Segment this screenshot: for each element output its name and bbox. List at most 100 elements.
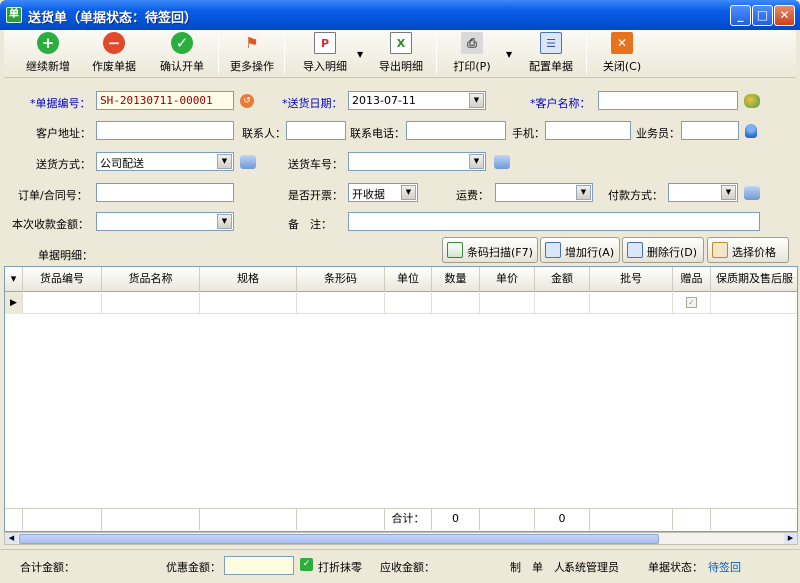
- col-warranty[interactable]: 保质期及售后服: [711, 267, 797, 292]
- import-icon: P: [314, 32, 336, 54]
- scroll-thumb[interactable]: [19, 534, 659, 544]
- chevron-down-icon[interactable]: ▼: [576, 185, 591, 200]
- chevron-down-icon[interactable]: ▼: [217, 214, 232, 229]
- horizontal-scrollbar[interactable]: ◀ ▶: [4, 532, 798, 545]
- cell-unit[interactable]: [385, 292, 432, 314]
- discount-field[interactable]: [224, 556, 294, 575]
- table-row[interactable]: ▶ ✓: [5, 292, 797, 314]
- totals-row: 合计： 0 0: [5, 508, 797, 530]
- cell-unit-price[interactable]: [480, 292, 535, 314]
- print-dropdown-arrow[interactable]: ▼: [506, 50, 512, 59]
- chevron-down-icon[interactable]: ▼: [401, 185, 416, 200]
- select-price-button[interactable]: 选择价格: [707, 237, 789, 263]
- chevron-down-icon[interactable]: ▼: [469, 154, 484, 169]
- salesman-field[interactable]: [681, 121, 739, 140]
- import-detail-label: 导入明细: [303, 60, 347, 73]
- print-button[interactable]: ⎙ 打印(P): [446, 32, 498, 76]
- gift-checkbox[interactable]: ✓: [686, 297, 697, 308]
- scroll-right-icon[interactable]: ▶: [784, 533, 797, 544]
- export-icon: X: [390, 32, 412, 54]
- void-document-label: 作废单据: [92, 60, 136, 73]
- row-indicator-header: ▾: [5, 267, 23, 292]
- payment-select[interactable]: ▼: [668, 183, 738, 202]
- ship-method-select[interactable]: 公司配送 ▼: [96, 152, 234, 171]
- col-barcode[interactable]: 条形码: [297, 267, 385, 292]
- barcode-scan-button[interactable]: 条码扫描(F7): [442, 237, 538, 263]
- check-icon: ✓: [171, 32, 193, 54]
- delete-row-button[interactable]: 删除行(D): [622, 237, 704, 263]
- add-row-button[interactable]: 增加行(A): [540, 237, 620, 263]
- mobile-field[interactable]: [545, 121, 631, 140]
- chevron-down-icon[interactable]: ▼: [217, 154, 232, 169]
- cell-item-code[interactable]: [23, 292, 102, 314]
- remark-label: 备 注：: [288, 218, 332, 231]
- freight-select[interactable]: ▼: [495, 183, 593, 202]
- ship-date-field[interactable]: 2013-07-11 ▼: [348, 91, 486, 110]
- col-gift[interactable]: 赠品: [673, 267, 711, 292]
- vehicle-edit-icon[interactable]: [494, 155, 510, 169]
- export-detail-button[interactable]: X 导出明细: [370, 32, 432, 76]
- ship-method-label: 送货方式：: [36, 158, 91, 171]
- address-label: 客户地址：: [36, 127, 91, 140]
- chevron-down-icon[interactable]: ▼: [469, 93, 484, 108]
- void-document-button[interactable]: − 作废单据: [80, 32, 148, 76]
- user-icon[interactable]: [745, 124, 757, 138]
- col-spec[interactable]: 规格: [200, 267, 297, 292]
- export-detail-label: 导出明细: [379, 60, 423, 73]
- phone-label: 联系电话：: [350, 127, 405, 140]
- chevron-down-icon[interactable]: ▼: [721, 185, 736, 200]
- configure-document-button[interactable]: ☰ 配置单据: [520, 32, 582, 76]
- col-item-code[interactable]: 货品编号: [23, 267, 102, 292]
- maximize-button[interactable]: □: [752, 5, 773, 26]
- plus-icon: +: [37, 32, 59, 54]
- delete-row-icon: [627, 242, 643, 258]
- cell-barcode[interactable]: [297, 292, 385, 314]
- continue-add-button[interactable]: + 继续新增: [14, 32, 82, 76]
- phone-field[interactable]: [406, 121, 506, 140]
- confirm-order-button[interactable]: ✓ 确认开单: [146, 32, 218, 76]
- remark-field[interactable]: [348, 212, 760, 231]
- customer-field[interactable]: [598, 91, 738, 110]
- vehicle-select[interactable]: ▼: [348, 152, 486, 171]
- cell-item-name[interactable]: [102, 292, 200, 314]
- cell-warranty[interactable]: [711, 292, 797, 314]
- ship-method-edit-icon[interactable]: [240, 155, 256, 169]
- minimize-button[interactable]: _: [730, 5, 751, 26]
- round-checkbox-icon[interactable]: ✓: [300, 558, 313, 571]
- doc-no-field[interactable]: SH-20130711-00001: [96, 91, 234, 110]
- payment-edit-icon[interactable]: [744, 186, 760, 200]
- barcode-scan-label: 条码扫描(F7): [467, 246, 533, 259]
- more-actions-button[interactable]: ⚑ 更多操作: [222, 32, 282, 76]
- import-dropdown-arrow[interactable]: ▼: [357, 50, 363, 59]
- close-window-button[interactable]: ✕: [774, 5, 795, 26]
- select-price-label: 选择价格: [732, 246, 776, 259]
- cell-amount[interactable]: [535, 292, 590, 314]
- col-quantity[interactable]: 数量: [432, 267, 480, 292]
- contact-field[interactable]: [286, 121, 346, 140]
- detail-grid[interactable]: ▾ 货品编号 货品名称 规格 条形码 单位 数量 单价 金额 批号 赠品 保质期…: [4, 266, 798, 532]
- cell-spec[interactable]: [200, 292, 297, 314]
- status-badge: 待签回: [708, 561, 741, 574]
- scroll-left-icon[interactable]: ◀: [5, 533, 18, 544]
- refresh-doc-no-icon[interactable]: ↺: [240, 94, 254, 108]
- cell-quantity[interactable]: [432, 292, 480, 314]
- cell-batch-no[interactable]: [590, 292, 673, 314]
- import-detail-button[interactable]: P 导入明细: [294, 32, 356, 76]
- order-no-field[interactable]: [96, 183, 234, 202]
- address-field[interactable]: [96, 121, 234, 140]
- col-unit-price[interactable]: 单价: [480, 267, 535, 292]
- close-button[interactable]: ✕ 关闭(C): [596, 32, 648, 76]
- app-icon: 单: [6, 7, 22, 23]
- col-amount[interactable]: 金额: [535, 267, 590, 292]
- round-label[interactable]: 打折抹零: [318, 559, 362, 575]
- receipt-amount-select[interactable]: ▼: [96, 212, 234, 231]
- invoice-select[interactable]: 开收据 ▼: [348, 183, 418, 202]
- col-batch-no[interactable]: 批号: [590, 267, 673, 292]
- cell-gift[interactable]: ✓: [673, 292, 711, 314]
- col-unit[interactable]: 单位: [385, 267, 432, 292]
- invoice-label: 是否开票：: [288, 189, 343, 202]
- payment-label: 付款方式：: [608, 189, 663, 202]
- close-label: 关闭(C): [602, 60, 642, 73]
- col-item-name[interactable]: 货品名称: [102, 267, 200, 292]
- customer-lookup-icon[interactable]: [744, 94, 760, 108]
